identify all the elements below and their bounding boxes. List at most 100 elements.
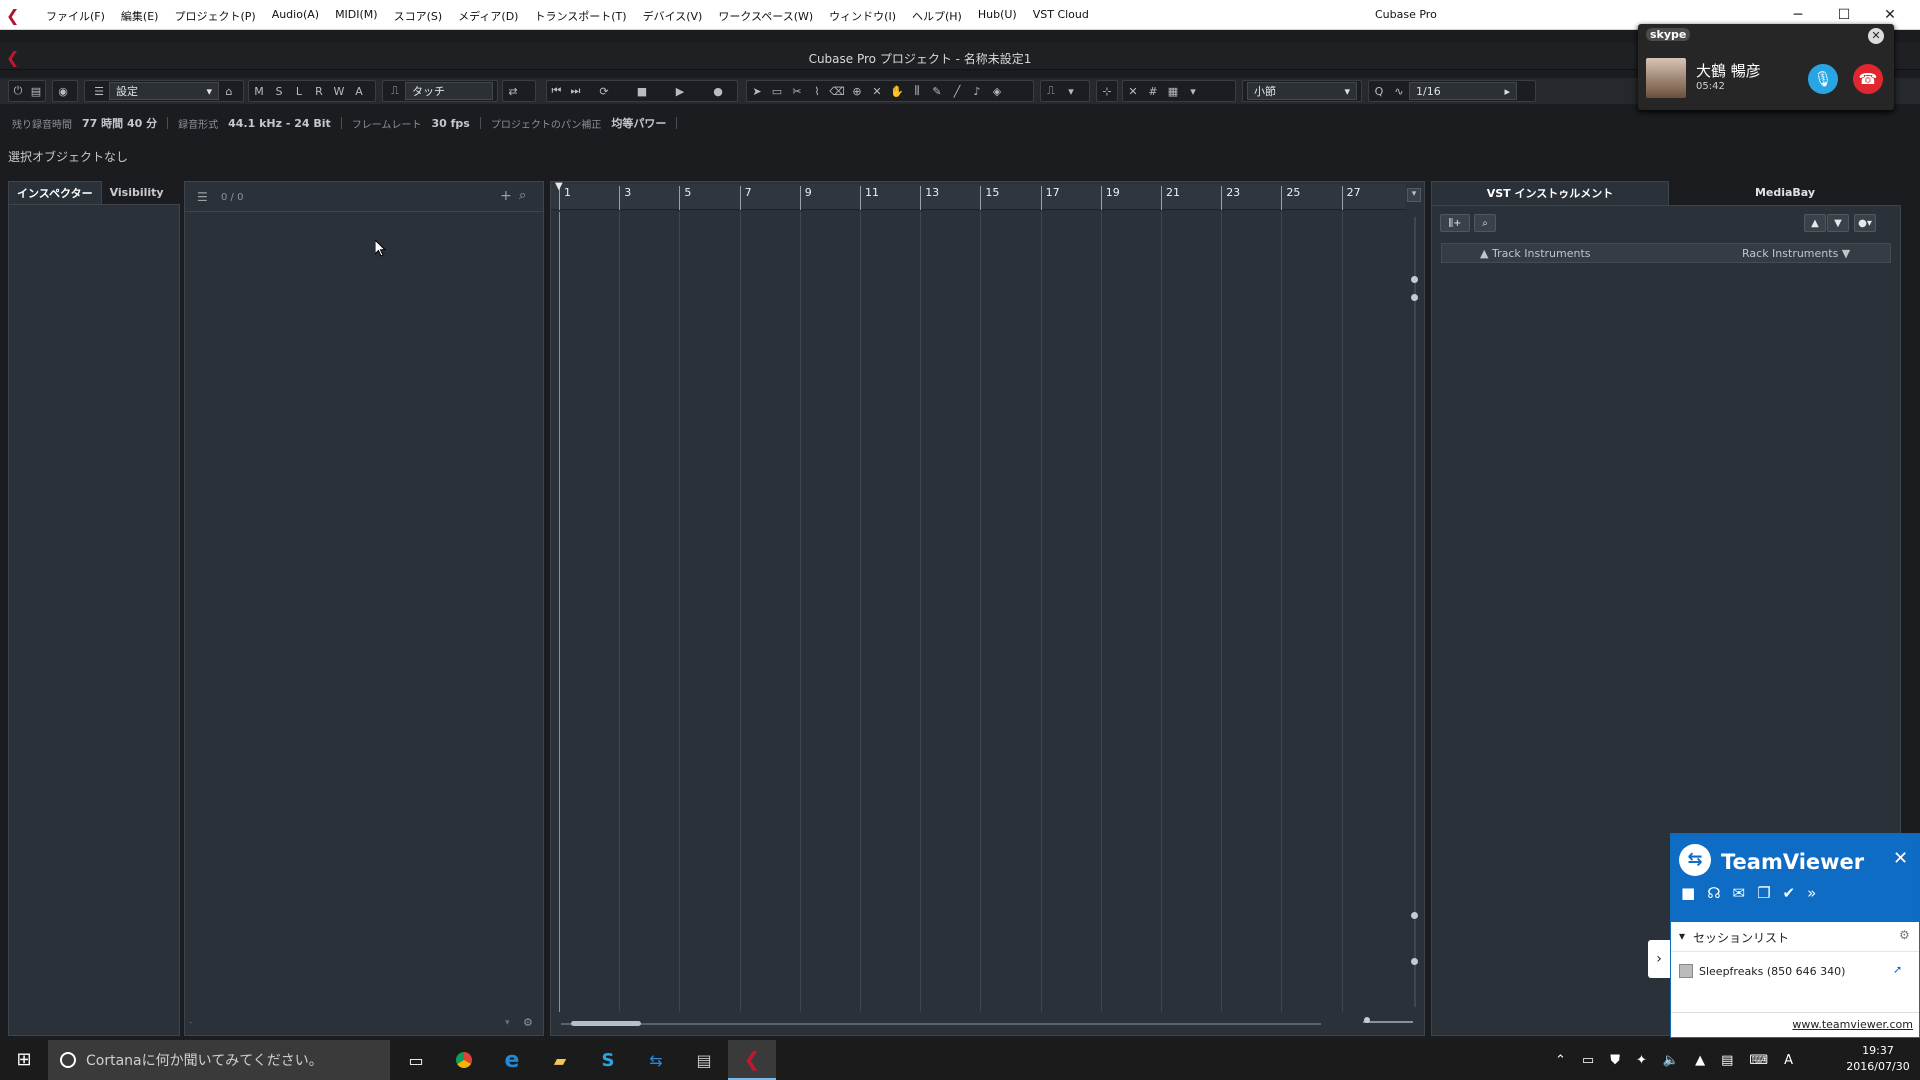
drive-icon[interactable]: ▲: [1695, 1053, 1705, 1068]
comp-tool-icon[interactable]: ✋: [887, 81, 907, 101]
zoom-tool-icon[interactable]: ⊕: [847, 81, 867, 101]
session-partner[interactable]: Sleepfreaks (850 646 340) ➚: [1671, 952, 1919, 992]
cortana-search[interactable]: Cortanaに何か聞いてみてください。: [48, 1040, 390, 1080]
microphone-icon[interactable]: 🎙: [1808, 64, 1838, 94]
windows-start-icon[interactable]: ⊞: [0, 1040, 48, 1080]
pointer-icon[interactable]: ➚: [1893, 963, 1902, 976]
range-tool-icon[interactable]: ▭: [767, 81, 787, 101]
timewarp-tool-icon[interactable]: ⫼: [907, 81, 927, 101]
state-button[interactable]: M: [249, 81, 269, 101]
chat-icon[interactable]: ✉: [1733, 884, 1746, 902]
layout-icon[interactable]: ▤: [27, 81, 45, 101]
constrain-delay-icon[interactable]: ◉: [53, 81, 73, 101]
chevron-down-icon[interactable]: ▾: [505, 1018, 510, 1028]
autoscroll-icon[interactable]: ⇄: [503, 81, 523, 101]
app-icon[interactable]: ▤: [680, 1040, 728, 1080]
iterative-quantize-icon[interactable]: ∿: [1389, 81, 1409, 101]
horizontal-scroll-thumb[interactable]: [571, 1021, 641, 1026]
grid-type-select[interactable]: 小節 ▾: [1247, 82, 1357, 100]
quantize-icon[interactable]: Q: [1369, 81, 1389, 101]
file-explorer-icon[interactable]: ▰: [536, 1040, 584, 1080]
pan-value[interactable]: 均等パワー: [611, 115, 666, 131]
close-icon[interactable]: ✕: [1868, 28, 1884, 44]
search-icon[interactable]: ⌕: [1474, 214, 1496, 232]
zoom-handle-top[interactable]: [1411, 294, 1418, 301]
files-icon[interactable]: ❐: [1757, 884, 1770, 902]
tab-vst-instruments[interactable]: VST インストゥルメント: [1431, 181, 1669, 205]
tab-visibility[interactable]: Visibility: [102, 181, 172, 205]
menu-item[interactable]: ヘルプ(H): [904, 8, 970, 24]
menu-item[interactable]: 編集(E): [113, 8, 167, 24]
minimize-button[interactable]: ─: [1776, 4, 1820, 26]
ruler[interactable]: 1 3 5 7 9 11 13 15 17 19 21 23 25 27: [551, 184, 1406, 210]
headset-icon[interactable]: ☊: [1707, 884, 1720, 902]
security-icon[interactable]: ⛊: [1610, 1053, 1620, 1068]
rec-format-value[interactable]: 44.1 kHz - 24 Bit: [228, 117, 331, 130]
chevron-down-icon[interactable]: ▾: [1183, 81, 1203, 101]
snap-zero-icon[interactable]: ⊹: [1097, 81, 1117, 101]
snap-icon[interactable]: ✕: [1123, 81, 1143, 101]
menu-item[interactable]: メディア(D): [450, 8, 526, 24]
locator-marker-icon[interactable]: ▼: [555, 181, 563, 192]
track-instruments-toggle[interactable]: ▲ Track Instruments: [1480, 247, 1591, 260]
erase-tool-icon[interactable]: ⌫: [827, 81, 847, 101]
state-button[interactable]: W: [329, 81, 349, 101]
state-button[interactable]: R: [309, 81, 329, 101]
rec-time-value[interactable]: 77 時間 40 分: [82, 115, 157, 131]
state-button[interactable]: S: [269, 81, 289, 101]
clock[interactable]: 19:37 2016/07/30: [1838, 1043, 1918, 1075]
framerate-value[interactable]: 30 fps: [431, 117, 469, 130]
maximize-button[interactable]: ☐: [1822, 4, 1866, 26]
chevron-down-icon[interactable]: ▾: [1061, 81, 1081, 101]
arrow-up-icon[interactable]: ▲: [1804, 214, 1826, 232]
play-tool-icon[interactable]: ♪: [967, 81, 987, 101]
color-tool-icon[interactable]: ◈: [987, 81, 1007, 101]
draw-tool-icon[interactable]: ✎: [927, 81, 947, 101]
snap-type-icon[interactable]: ▦: [1163, 81, 1183, 101]
menu-item[interactable]: プロジェクト(P): [166, 8, 263, 24]
rack-instruments-toggle[interactable]: Rack Instruments ▼: [1742, 247, 1850, 260]
volume-icon[interactable]: 🔈: [1663, 1053, 1679, 1068]
skype-icon[interactable]: S: [584, 1040, 632, 1080]
quantize-select[interactable]: 1/16 ▸: [1409, 82, 1517, 100]
snapshot-icon[interactable]: ⌂: [219, 81, 239, 101]
cycle-icon[interactable]: ⟳: [585, 81, 623, 101]
video-icon[interactable]: ■: [1681, 884, 1695, 902]
split-tool-icon[interactable]: ✂: [787, 81, 807, 101]
chevron-up-icon[interactable]: ⌃: [1555, 1053, 1566, 1068]
menu-item[interactable]: Hub(U): [970, 8, 1025, 24]
state-button[interactable]: A: [349, 81, 369, 101]
app-tray-icon[interactable]: ✦: [1636, 1053, 1647, 1068]
teamviewer-expand-arrow[interactable]: ›: [1648, 940, 1670, 978]
arrow-down-icon[interactable]: ▼: [1827, 214, 1849, 232]
tools-icon[interactable]: ✔: [1783, 884, 1796, 902]
chrome-icon[interactable]: [440, 1040, 488, 1080]
mute-tool-icon[interactable]: ✕: [867, 81, 887, 101]
grid-icon[interactable]: #: [1143, 81, 1163, 101]
record-button[interactable]: ●: [699, 81, 737, 101]
minus-icon[interactable]: -: [189, 1018, 192, 1028]
menu-item[interactable]: デバイス(V): [635, 8, 711, 24]
more-icon[interactable]: »: [1807, 884, 1816, 902]
preset-select[interactable]: 設定 ▾: [109, 82, 219, 100]
close-button[interactable]: ✕: [1868, 4, 1912, 26]
tab-inspector[interactable]: インスペクター: [8, 181, 102, 205]
add-track-icon[interactable]: +: [500, 188, 512, 204]
event-display[interactable]: 1 3 5 7 9 11 13 15 17 19 21 23 25 27 ▾ ▼: [550, 181, 1425, 1036]
menu-item[interactable]: ウィンドウ(I): [821, 8, 904, 24]
vertical-scrollbar[interactable]: [1414, 217, 1416, 1007]
zoom-handle-bottom[interactable]: [1411, 958, 1418, 965]
menu-icon[interactable]: ●▾: [1854, 214, 1876, 232]
track-list-icon[interactable]: ☰: [197, 190, 208, 204]
add-instrument-button[interactable]: ⫼+: [1440, 214, 1470, 232]
stop-button[interactable]: ■: [623, 81, 661, 101]
teamviewer-icon[interactable]: ⇆: [632, 1040, 680, 1080]
pointer-tool-icon[interactable]: ➤: [747, 81, 767, 101]
zoom-slider-handle[interactable]: [1364, 1017, 1370, 1023]
horizontal-scrollbar[interactable]: [561, 1023, 1321, 1025]
go-to-end-icon[interactable]: ⏭: [566, 81, 585, 101]
line-tool-icon[interactable]: ╱: [947, 81, 967, 101]
close-icon[interactable]: ✕: [1893, 848, 1908, 869]
notification-icon[interactable]: ▤: [1721, 1053, 1733, 1068]
cubase-icon[interactable]: ❮: [728, 1040, 776, 1080]
